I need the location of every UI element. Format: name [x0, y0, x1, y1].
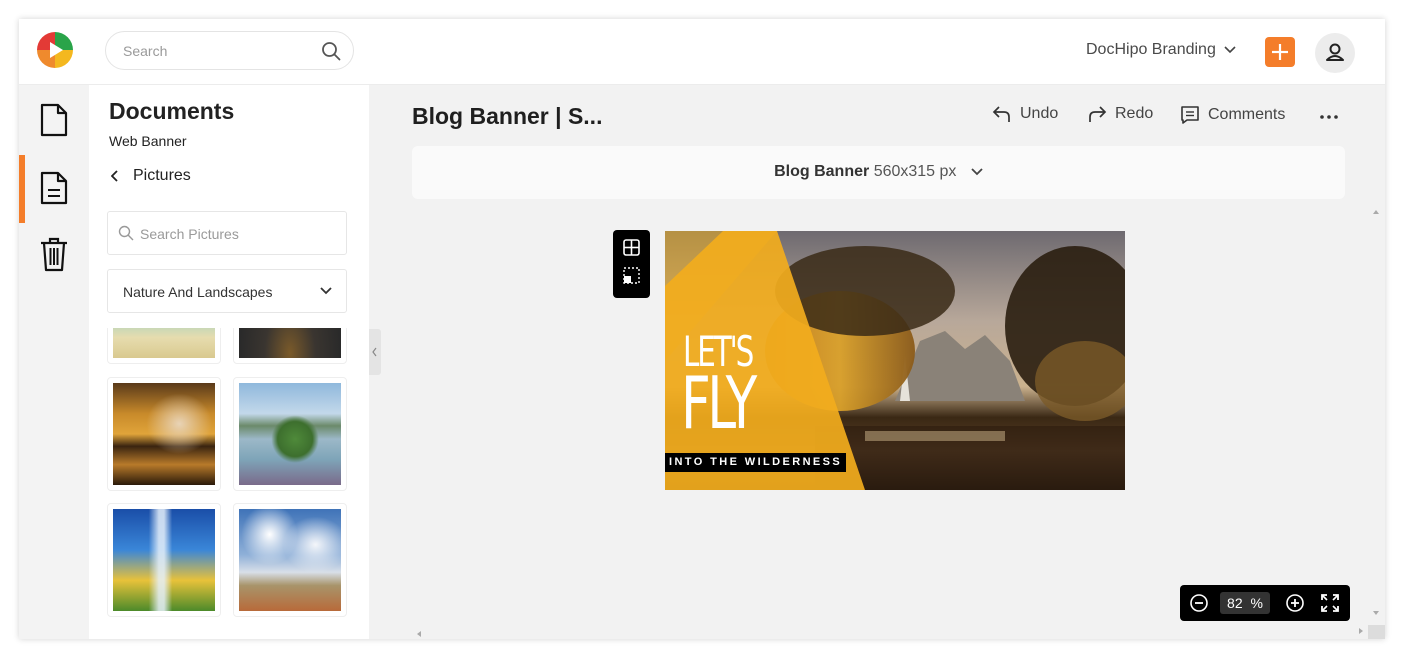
picture-island [239, 383, 341, 485]
panel-title: Documents [109, 98, 235, 124]
banner-tagline[interactable]: INTO THE WILDERNESS [665, 453, 847, 472]
app-window: Search DocHipo Branding Documents Web Ba… [19, 19, 1385, 639]
size-selector[interactable]: Blog Banner 560x315 px [412, 146, 1345, 199]
scroll-corner [1368, 625, 1385, 639]
picture-thumbnail[interactable] [233, 377, 347, 491]
zoom-value[interactable]: 82 % [1220, 592, 1270, 614]
canvas-toolbar [613, 230, 650, 298]
top-bar: Search DocHipo Branding [19, 19, 1385, 85]
document-icon [40, 103, 68, 137]
global-search[interactable]: Search [105, 31, 354, 70]
zoom-out-icon[interactable] [1189, 593, 1209, 613]
rail-item-documents[interactable] [19, 90, 89, 150]
undo-icon [992, 106, 1010, 122]
picture-thumbnail[interactable] [107, 377, 221, 491]
picture-thumbnail[interactable] [107, 503, 221, 617]
size-dimensions: 560x315 px [873, 163, 957, 180]
panel-subtitle: Web Banner [109, 133, 187, 149]
search-placeholder: Search [123, 43, 168, 59]
rail-item-templates[interactable] [19, 158, 89, 218]
scroll-left-arrow-icon [417, 631, 421, 637]
select-area-icon[interactable] [613, 262, 650, 296]
document-text-icon [40, 171, 68, 205]
picture-autumn-lake [113, 383, 215, 485]
category-select[interactable]: Nature And Landscapes [107, 269, 347, 313]
user-icon [1326, 43, 1344, 61]
pictures-search-input[interactable]: Search Pictures [107, 211, 347, 255]
left-rail [19, 85, 89, 639]
fullscreen-icon[interactable] [1320, 593, 1340, 613]
collapse-panel-handle[interactable] [369, 329, 381, 375]
picture-dark-landscape [239, 328, 341, 358]
zoom-unit: % [1250, 595, 1263, 611]
pictures-panel: Documents Web Banner Pictures Search Pic… [89, 85, 369, 639]
brand-label: DocHipo Branding [1086, 41, 1216, 58]
grid-icon[interactable] [613, 230, 650, 264]
picture-beach [113, 328, 215, 358]
scroll-down-arrow-icon [1373, 611, 1379, 615]
redo-icon [1089, 106, 1107, 122]
chevron-down-icon [971, 168, 983, 176]
zoom-control: 82 % [1180, 585, 1350, 621]
size-selector-text: Blog Banner 560x315 px [412, 163, 1345, 181]
comments-label: Comments [1208, 106, 1286, 123]
search-icon[interactable] [321, 41, 341, 61]
picture-clouds-road [239, 509, 341, 611]
picture-waterfall [113, 509, 215, 611]
pictures-grid [107, 328, 357, 639]
chevron-down-icon [1224, 46, 1236, 54]
scroll-up-arrow-icon [1373, 210, 1379, 214]
undo-label: Undo [1020, 105, 1059, 122]
rail-item-trash[interactable] [19, 224, 89, 284]
size-name: Blog Banner [774, 163, 870, 180]
vertical-scrollbar[interactable] [1371, 203, 1381, 623]
zoom-in-icon[interactable] [1285, 593, 1305, 613]
chevron-down-icon [320, 287, 332, 295]
more-options-button[interactable] [1319, 107, 1339, 127]
comments-button[interactable]: Comments [1180, 105, 1285, 125]
create-button[interactable] [1265, 37, 1295, 67]
brand-dropdown[interactable]: DocHipo Branding [1086, 41, 1236, 59]
redo-button[interactable]: Redo [1087, 105, 1153, 123]
chevron-left-icon [111, 170, 118, 182]
user-menu-button[interactable] [1315, 33, 1355, 73]
back-to-pictures-button[interactable]: Pictures [111, 167, 191, 185]
picture-thumbnail[interactable] [233, 328, 347, 364]
plus-icon [1272, 44, 1288, 60]
picture-thumbnail[interactable] [107, 328, 221, 364]
document-title[interactable]: Blog Banner | S... [412, 103, 602, 130]
back-label: Pictures [133, 167, 191, 184]
banner-headline-line2[interactable]: FLY [681, 367, 757, 439]
trash-icon [41, 237, 67, 272]
scroll-right-arrow-icon [1359, 628, 1363, 634]
design-canvas[interactable]: LET'S FLY INTO THE WILDERNESS [665, 231, 1125, 490]
comments-icon [1181, 106, 1199, 124]
horizontal-scrollbar[interactable] [415, 626, 1365, 637]
undo-button[interactable]: Undo [992, 105, 1058, 123]
app-logo[interactable] [36, 31, 74, 69]
picture-thumbnail[interactable] [233, 503, 347, 617]
redo-label: Redo [1115, 105, 1154, 122]
more-horizontal-icon [1320, 115, 1338, 119]
pictures-search-placeholder: Search Pictures [140, 226, 239, 242]
search-icon [118, 225, 134, 241]
chevron-left-icon [372, 347, 377, 357]
zoom-number: 82 [1227, 595, 1243, 611]
category-label: Nature And Landscapes [123, 284, 273, 300]
